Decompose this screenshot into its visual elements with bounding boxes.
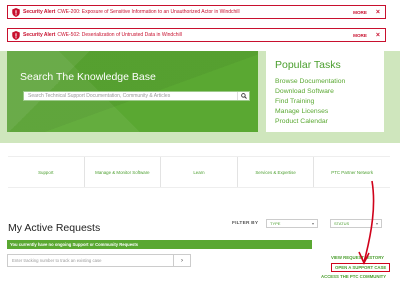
nav-item-ptc-partner-network[interactable]: PTC Partner Network	[314, 157, 390, 187]
chevron-right-icon: ›	[181, 257, 183, 264]
popular-task-download-software[interactable]: Download Software	[275, 87, 345, 97]
tracking-field: ›	[7, 254, 191, 267]
knowledge-base-panel: Search The Knowledge Base	[7, 51, 258, 132]
no-requests-banner: You currently have no ongoing Support or…	[7, 240, 312, 249]
alert-close-button[interactable]: ×	[376, 32, 380, 39]
popular-task-browse-documentation[interactable]: Browse Documentation	[275, 77, 345, 87]
popular-tasks-list: Browse Documentation Download Software F…	[275, 77, 345, 127]
security-alert-banner: Security Alert CWE-502: Deserialization …	[7, 28, 386, 42]
section-title: My Active Requests	[8, 222, 101, 234]
nav-item-learn[interactable]: Learn	[161, 157, 238, 187]
type-select[interactable]: TYPE ▾	[266, 219, 318, 228]
alert-label: Security Alert	[23, 9, 56, 15]
nav-item-services-expertise[interactable]: Services & Expertise	[238, 157, 315, 187]
status-select[interactable]: STATUS ▾	[330, 219, 382, 228]
view-request-history-link[interactable]: VIEW REQUEST HISTORY	[331, 255, 384, 260]
open-support-case-link[interactable]: OPEN A SUPPORT CASE	[331, 263, 391, 272]
alert-message[interactable]: CWE-200: Exposure of Sensitive Informati…	[57, 9, 353, 15]
knowledge-base-search-input[interactable]	[24, 92, 237, 100]
alert-label: Security Alert	[23, 32, 56, 38]
popular-tasks-title: Popular Tasks	[275, 59, 341, 71]
chevron-down-icon: ▾	[375, 221, 378, 226]
search-icon	[240, 93, 247, 99]
tracking-number-input[interactable]	[8, 255, 173, 266]
type-select-value: TYPE	[270, 221, 281, 226]
popular-task-find-training[interactable]: Find Training	[275, 97, 345, 107]
filter-label: FILTER BY	[232, 221, 259, 226]
knowledge-base-title: Search The Knowledge Base	[20, 71, 156, 83]
nav-item-manage-monitor-software[interactable]: Manage & Monitor Software	[85, 157, 162, 187]
knowledge-base-search	[23, 91, 250, 101]
chevron-down-icon: ▾	[311, 221, 314, 226]
access-community-link[interactable]: ACCESS THE PTC COMMUNITY	[321, 274, 386, 279]
alert-message[interactable]: CWE-502: Deserialization of Untrusted Da…	[57, 32, 353, 38]
nav-item-support[interactable]: Support	[8, 157, 85, 187]
alert-more-link[interactable]: MORE	[353, 33, 367, 38]
category-nav: Support Manage & Monitor Software Learn …	[8, 156, 390, 188]
shield-icon	[12, 7, 20, 17]
search-button[interactable]	[237, 92, 249, 100]
alert-more-link[interactable]: MORE	[353, 10, 367, 15]
track-submit-button[interactable]: ›	[173, 255, 190, 266]
security-alert-banner: Security Alert CWE-200: Exposure of Sens…	[7, 5, 386, 19]
alert-close-button[interactable]: ×	[376, 9, 380, 16]
popular-tasks-panel: Popular Tasks Browse Documentation Downl…	[266, 51, 384, 132]
popular-task-product-calendar[interactable]: Product Calendar	[275, 117, 345, 127]
shield-icon	[12, 30, 20, 40]
status-select-value: STATUS	[334, 221, 350, 226]
popular-task-manage-licenses[interactable]: Manage Licenses	[275, 107, 345, 117]
